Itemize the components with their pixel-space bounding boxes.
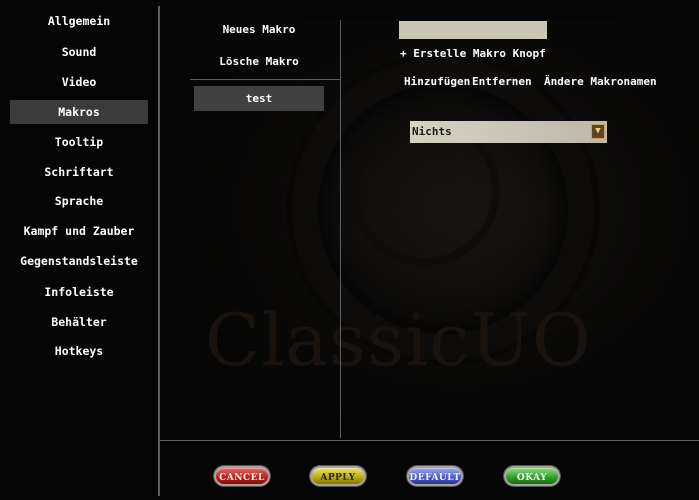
remove-action-button[interactable]: Entfernen [472, 75, 532, 88]
macro-list-item[interactable]: test [194, 86, 324, 111]
chevron-down-icon[interactable]: ▼ [591, 124, 605, 139]
rename-macro-button[interactable]: Ändere Makronamen [544, 75, 657, 88]
sidebar-item-tooltip[interactable]: Tooltip [10, 130, 148, 154]
sidebar: Allgemein Sound Video Makros Tooltip Sch… [0, 0, 158, 500]
middle-header-divider [190, 79, 340, 80]
column-divider [340, 20, 341, 438]
footer-divider [160, 440, 699, 441]
sidebar-item-sound[interactable]: Sound [10, 40, 148, 64]
sidebar-item-gegenstandsleiste[interactable]: Gegenstandsleiste [10, 249, 148, 273]
sidebar-item-sprache[interactable]: Sprache [10, 189, 148, 213]
sidebar-item-kampf-und-zauber[interactable]: Kampf und Zauber [10, 219, 148, 243]
sidebar-item-video[interactable]: Video [10, 70, 148, 94]
sidebar-item-hotkeys[interactable]: Hotkeys [10, 339, 148, 363]
sidebar-item-behaelter[interactable]: Behälter [10, 310, 148, 334]
add-action-button[interactable]: Hinzufügen [404, 75, 470, 88]
default-button[interactable]: DEFAULT [407, 466, 463, 486]
okay-button[interactable]: OKAY [504, 466, 560, 486]
new-macro-button[interactable]: Neues Makro [195, 20, 323, 40]
cancel-button[interactable]: CANCEL [214, 466, 270, 486]
sidebar-item-allgemein[interactable]: Allgemein [10, 9, 148, 33]
macro-action-dropdown[interactable]: Nichts ▼ [410, 121, 607, 143]
create-macro-button[interactable]: + Erstelle Makro Knopf [400, 47, 546, 60]
watermark-text: ClassicUO [205, 298, 592, 382]
sidebar-item-infoleiste[interactable]: Infoleiste [10, 280, 148, 304]
dropdown-selected-value: Nichts [412, 125, 452, 138]
macro-name-input[interactable] [399, 21, 547, 39]
delete-macro-button[interactable]: Lösche Makro [195, 52, 323, 72]
sidebar-item-makros[interactable]: Makros [10, 100, 148, 124]
sidebar-divider [158, 6, 160, 496]
sidebar-item-schriftart[interactable]: Schriftart [10, 160, 148, 184]
apply-button[interactable]: APPLY [310, 466, 366, 486]
